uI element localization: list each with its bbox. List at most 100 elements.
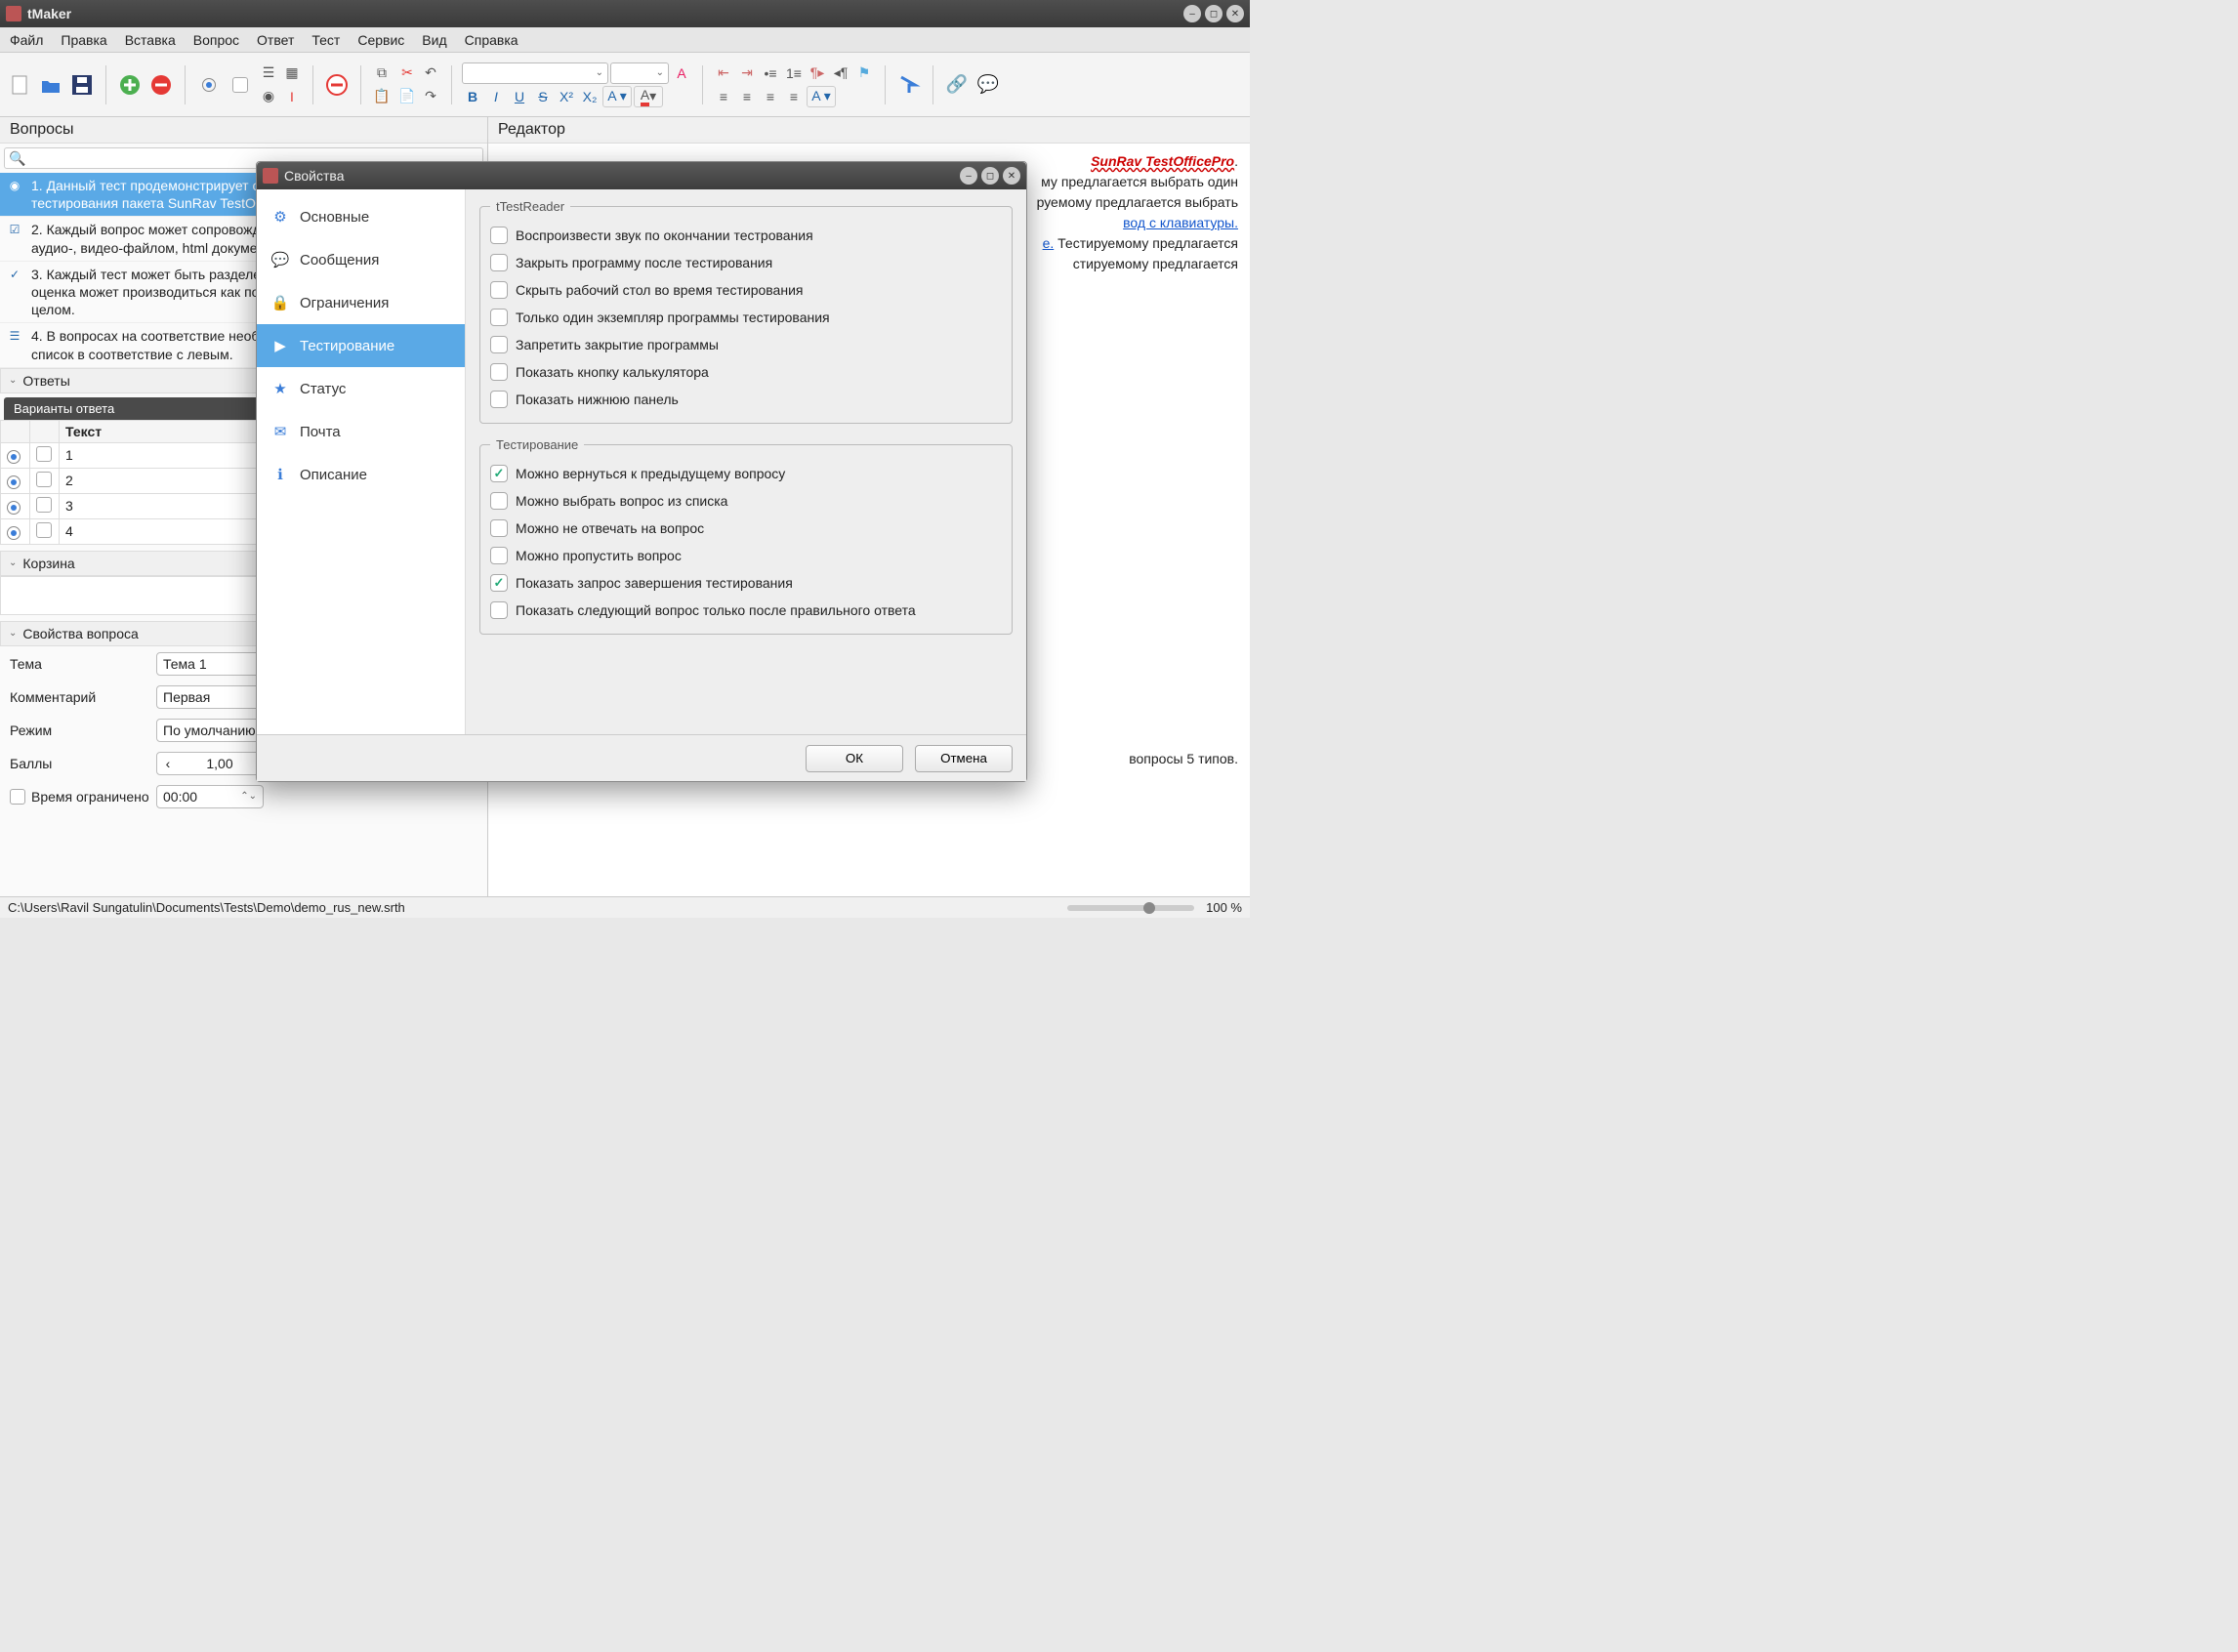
cut-icon[interactable]: ✂ xyxy=(396,62,418,84)
dialog-minimize-button[interactable]: – xyxy=(960,167,977,185)
checkbox-row[interactable]: Запретить закрытие программы xyxy=(490,331,1002,358)
checkbox-row[interactable]: Можно не отвечать на вопрос xyxy=(490,515,1002,542)
superscript-icon[interactable]: X² xyxy=(556,86,577,107)
radio-icon[interactable] xyxy=(7,475,21,489)
menu-edit[interactable]: Правка xyxy=(61,32,106,48)
editor-link[interactable]: е. xyxy=(1043,235,1055,251)
checkbox[interactable] xyxy=(490,254,508,271)
save-file-icon[interactable] xyxy=(68,71,96,99)
checkbox[interactable] xyxy=(490,281,508,299)
clipboard-icon[interactable]: 📄 xyxy=(396,86,418,107)
checkbox-row[interactable]: Показать следующий вопрос только после п… xyxy=(490,597,1002,624)
comment-icon[interactable]: 💬 xyxy=(974,71,1002,99)
sidebar-item-main[interactable]: ⚙Основные xyxy=(257,195,465,238)
minimize-button[interactable]: – xyxy=(1183,5,1201,22)
paragraph-dropdown[interactable]: A ▾ xyxy=(807,86,836,107)
checkbox[interactable] xyxy=(490,601,508,619)
remove-icon[interactable] xyxy=(147,71,175,99)
copy-icon[interactable]: ⧉ xyxy=(371,62,393,84)
font-size-combo[interactable]: ⌄ xyxy=(610,62,669,84)
font-family-combo[interactable]: ⌄ xyxy=(462,62,608,84)
checkbox[interactable] xyxy=(490,227,508,244)
radio-icon[interactable] xyxy=(7,450,21,464)
menu-file[interactable]: Файл xyxy=(10,32,43,48)
link-icon[interactable]: 🔗 xyxy=(943,71,971,99)
close-button[interactable]: ✕ xyxy=(1226,5,1244,22)
add-icon[interactable] xyxy=(116,71,144,99)
checkbox-row[interactable]: Показать нижнюю панель xyxy=(490,386,1002,413)
checkbox[interactable] xyxy=(36,522,52,538)
time-field[interactable]: 00:00⌃⌄ xyxy=(156,785,264,808)
redo-icon[interactable]: ↷ xyxy=(420,86,441,107)
checkbox-row[interactable]: Воспроизвести звук по окончании тестрова… xyxy=(490,222,1002,249)
checkbox[interactable] xyxy=(490,574,508,592)
dialog-close-button[interactable]: ✕ xyxy=(1003,167,1020,185)
checkbox-row[interactable]: Показать запрос завершения тестирования xyxy=(490,569,1002,597)
radio-icon[interactable] xyxy=(7,526,21,540)
strike-icon[interactable]: S xyxy=(532,86,554,107)
checkbox[interactable] xyxy=(490,547,508,564)
grid-icon[interactable]: ▦ xyxy=(281,62,303,84)
slider-thumb[interactable] xyxy=(1143,902,1155,914)
zoom-slider[interactable] xyxy=(1067,905,1194,911)
list-icon[interactable]: ☰ xyxy=(258,62,279,84)
undo-icon[interactable]: ↶ xyxy=(420,62,441,84)
menu-answer[interactable]: Ответ xyxy=(257,32,294,48)
checkbox[interactable] xyxy=(490,492,508,510)
menu-view[interactable]: Вид xyxy=(422,32,446,48)
underline-icon[interactable]: U xyxy=(509,86,530,107)
number-list-icon[interactable]: 1≡ xyxy=(783,62,805,84)
checkbox[interactable] xyxy=(490,519,508,537)
sidebar-item-status[interactable]: ★Статус xyxy=(257,367,465,410)
paste-icon[interactable]: 📋 xyxy=(371,86,393,107)
subscript-icon[interactable]: X₂ xyxy=(579,86,601,107)
checkbox[interactable] xyxy=(490,309,508,326)
input-type-icon[interactable]: I xyxy=(281,86,303,107)
menu-service[interactable]: Сервис xyxy=(357,32,404,48)
checkbox[interactable] xyxy=(490,336,508,353)
sidebar-item-messages[interactable]: 💬Сообщения xyxy=(257,238,465,281)
align-right-icon[interactable]: ≡ xyxy=(760,86,781,107)
sidebar-item-description[interactable]: ℹОписание xyxy=(257,453,465,496)
ok-button[interactable]: ОК xyxy=(806,745,903,772)
cancel-button[interactable]: Отмена xyxy=(915,745,1013,772)
editor-link[interactable]: вод с клавиатуры. xyxy=(1123,215,1238,230)
delete-icon[interactable] xyxy=(323,71,351,99)
highlight-dropdown[interactable]: A ▾ xyxy=(634,86,663,107)
clear-format-icon[interactable]: ⚑ xyxy=(853,62,875,84)
checkbox[interactable] xyxy=(36,472,52,487)
menu-test[interactable]: Тест xyxy=(311,32,340,48)
bullet-list-icon[interactable]: •≡ xyxy=(760,62,781,84)
checkbox-row[interactable]: Можно выбрать вопрос из списка xyxy=(490,487,1002,515)
checkbox[interactable] xyxy=(490,465,508,482)
checkbox[interactable] xyxy=(490,391,508,408)
radio-icon[interactable] xyxy=(7,501,21,515)
text-color-dropdown[interactable]: A ▾ xyxy=(602,86,632,107)
arrow-down-icon[interactable] xyxy=(895,71,923,99)
dialog-maximize-button[interactable]: ◻ xyxy=(981,167,999,185)
rtl-icon[interactable]: ◂¶ xyxy=(830,62,851,84)
menu-insert[interactable]: Вставка xyxy=(125,32,176,48)
indent-icon[interactable]: ⇥ xyxy=(736,62,758,84)
open-file-icon[interactable] xyxy=(37,71,64,99)
timed-checkbox[interactable] xyxy=(10,789,25,805)
menu-help[interactable]: Справка xyxy=(465,32,518,48)
checkbox-row[interactable]: Можно вернуться к предыдущему вопросу xyxy=(490,460,1002,487)
radio-type-icon[interactable] xyxy=(195,71,223,99)
checkbox-row[interactable]: Скрыть рабочий стол во время тестировани… xyxy=(490,276,1002,304)
sidebar-item-testing[interactable]: ▶Тестирование xyxy=(257,324,465,367)
maximize-button[interactable]: ◻ xyxy=(1205,5,1223,22)
align-justify-icon[interactable]: ≡ xyxy=(783,86,805,107)
outdent-icon[interactable]: ⇤ xyxy=(713,62,734,84)
checkbox-row[interactable]: Закрыть программу после тестирования xyxy=(490,249,1002,276)
checkbox[interactable] xyxy=(36,446,52,462)
checkbox[interactable] xyxy=(490,363,508,381)
target-icon[interactable]: ◉ xyxy=(258,86,279,107)
ltr-icon[interactable]: ¶▸ xyxy=(807,62,828,84)
italic-icon[interactable]: I xyxy=(485,86,507,107)
align-left-icon[interactable]: ≡ xyxy=(713,86,734,107)
checkbox-row[interactable]: Показать кнопку калькулятора xyxy=(490,358,1002,386)
new-file-icon[interactable] xyxy=(6,71,33,99)
spin-down[interactable]: ‹ xyxy=(157,756,179,771)
check-type-icon[interactable] xyxy=(227,71,254,99)
